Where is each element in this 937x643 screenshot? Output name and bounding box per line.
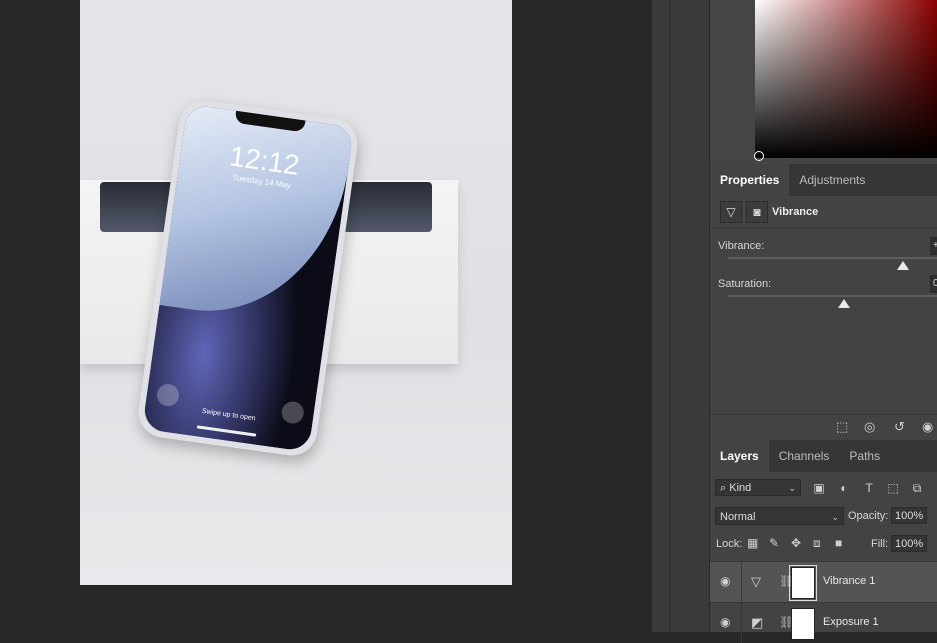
lock-position-icon[interactable]: ✥ — [791, 536, 801, 550]
panel-dock-collapsed — [651, 0, 710, 632]
filter-kind-select[interactable]: ⌕ Kind ⌄ — [715, 479, 801, 496]
layer-name[interactable]: Vibrance 1 — [823, 575, 875, 587]
vibrance-slider-thumb[interactable] — [897, 261, 909, 270]
layer-mask-thumbnail[interactable] — [789, 565, 817, 601]
smart-object-filter-icon[interactable]: ⧉ — [910, 481, 924, 495]
lock-all-icon[interactable]: ■ — [835, 536, 842, 550]
tab-properties[interactable]: Properties — [710, 164, 790, 196]
layer-name[interactable]: Exposure 1 — [823, 616, 879, 628]
layer-mask-icon[interactable]: ◙ — [746, 201, 768, 223]
color-picker-handle[interactable] — [754, 151, 764, 161]
layers-tabbar: Layers Channels Paths — [710, 440, 937, 472]
visibility-column: ◉ — [710, 603, 742, 643]
layer-filter-row: ⌕ Kind ⌄ ▣ ◐ T ⬚ ⧉ — [710, 475, 937, 501]
vibrance-value-field[interactable]: + — [930, 237, 937, 255]
tab-channels[interactable]: Channels — [769, 440, 840, 472]
saturation-slider-thumb[interactable] — [838, 299, 850, 308]
adjustment-filter-icon[interactable]: ◐ — [837, 481, 851, 495]
blend-mode-select[interactable]: Normal ⌄ — [715, 507, 844, 525]
eye-icon[interactable]: ◉ — [720, 615, 730, 629]
color-picker-field[interactable] — [755, 0, 937, 158]
phone-screen: 12:12 Tuesday 14 May Swipe up to open — [141, 103, 355, 453]
vibrance-slider-track[interactable] — [728, 257, 937, 259]
lock-transparency-icon[interactable]: ▦ — [747, 536, 758, 550]
fill-field[interactable]: 100% — [891, 535, 927, 552]
lock-row: Lock: ▦ ✎ ✥ ⧈ ■ Fill: 100% — [710, 533, 937, 555]
saturation-slider-track[interactable] — [728, 295, 937, 297]
document-image[interactable]: 12:12 Tuesday 14 May Swipe up to open — [80, 0, 512, 585]
type-filter-icon[interactable]: T — [862, 481, 876, 495]
eye-icon[interactable]: ◉ — [720, 574, 730, 588]
chevron-down-icon: ⌄ — [831, 512, 839, 522]
blend-mode-value: Normal — [720, 511, 756, 523]
tab-adjustments[interactable]: Adjustments — [789, 164, 875, 196]
opacity-label: Opacity: — [848, 510, 889, 522]
fill-label: Fill: — [871, 538, 889, 550]
properties-footer: ⬚ ◎ ↺ ◉ — [710, 414, 937, 441]
opacity-field[interactable]: 100% — [891, 507, 927, 524]
blend-row: Normal ⌄ Opacity: 100% — [710, 505, 937, 527]
adjustment-triangle-icon[interactable]: ▽ — [720, 201, 742, 223]
layer-row[interactable]: ◉ ▽ ⛓ Vibrance 1 — [710, 561, 937, 602]
chevron-down-icon: ⌄ — [788, 483, 796, 493]
right-panel: Properties Adjustments ▽ ◙ Vibrance Vibr… — [709, 0, 937, 643]
properties-title: Vibrance — [772, 206, 819, 218]
toggle-visibility-icon[interactable]: ◉ — [922, 419, 933, 435]
layer-mask-thumbnail[interactable] — [791, 608, 815, 640]
layer-row[interactable]: ◉ ◩ ⛓ Exposure 1 — [710, 602, 937, 643]
dock-divider — [669, 0, 670, 632]
visibility-column: ◉ — [710, 562, 742, 602]
saturation-value-field[interactable]: 0 — [930, 275, 937, 293]
lock-paint-icon[interactable]: ✎ — [769, 536, 779, 550]
saturation-label: Saturation: — [718, 278, 772, 290]
reset-icon[interactable]: ↺ — [894, 419, 905, 435]
vibrance-adjustment-icon: ▽ — [751, 574, 761, 589]
canvas-area[interactable]: 12:12 Tuesday 14 May Swipe up to open — [0, 0, 651, 632]
search-icon: ⌕ — [720, 482, 727, 494]
view-previous-icon[interactable]: ◎ — [864, 419, 875, 435]
phone-photo: 12:12 Tuesday 14 May Swipe up to open — [135, 97, 361, 459]
home-indicator — [196, 425, 257, 437]
filter-kind-value: Kind — [729, 482, 752, 494]
properties-tabbar: Properties Adjustments — [710, 164, 937, 196]
clip-to-layer-icon[interactable]: ⬚ — [836, 419, 848, 435]
color-panel — [710, 0, 937, 164]
lock-label: Lock: — [716, 538, 743, 550]
lock-artboard-icon[interactable]: ⧈ — [813, 536, 821, 551]
tab-paths[interactable]: Paths — [839, 440, 890, 472]
shape-filter-icon[interactable]: ⬚ — [886, 481, 900, 495]
exposure-adjustment-icon: ◩ — [751, 615, 764, 630]
tab-layers[interactable]: Layers — [710, 440, 769, 472]
vibrance-label: Vibrance: — [718, 240, 765, 252]
pixel-filter-icon[interactable]: ▣ — [812, 481, 826, 495]
properties-header: ▽ ◙ Vibrance — [710, 196, 937, 229]
